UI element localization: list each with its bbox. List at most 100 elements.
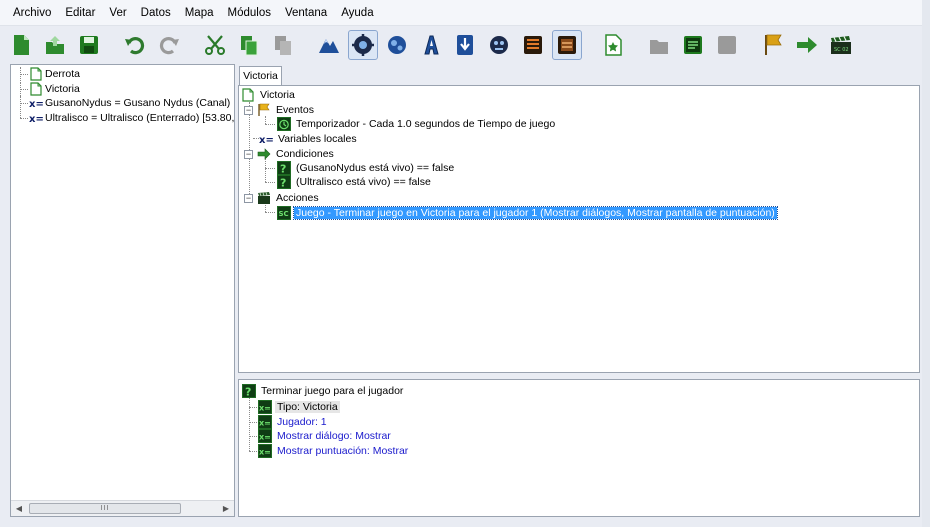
list-item-label: Victoria [45,82,80,95]
new-condition-button[interactable] [792,30,822,60]
svg-text:x=: x= [259,404,271,413]
import-module-button[interactable] [450,30,480,60]
collapse-events-button[interactable]: − [244,105,253,115]
scroll-thumb-grip: III [100,505,110,512]
svg-text:x=: x= [259,433,271,442]
conditions-node[interactable]: − Condiciones [244,147,336,161]
param-variable-icon: x= [258,400,272,414]
svg-text:x=: x= [29,99,43,110]
global-variable-item[interactable]: x= Ultralisco = Ultralisco (Enterrado) [5… [13,110,234,126]
unit-module-button[interactable] [382,30,412,60]
horizontal-scrollbar[interactable]: ◀ III ▶ [11,500,234,516]
terrain-module-icon [317,33,341,57]
action-detail-panel: ? Terminar juego para el jugador x= Tipo… [238,379,920,517]
disabled-icon [715,33,739,57]
menu-archivo[interactable]: Archivo [6,4,58,22]
event-item[interactable]: Temporizador - Cada 1.0 segundos de Tiem… [277,117,557,131]
new-event-icon [761,33,785,57]
menu-datos[interactable]: Datos [134,4,178,22]
list-module-button[interactable] [518,30,548,60]
cut-button[interactable] [200,30,230,60]
scroll-left-arrow-icon[interactable]: ◀ [11,501,27,516]
trigger-list-item[interactable]: Victoria [13,81,234,97]
cut-icon [203,33,227,57]
events-node[interactable]: − Eventos [244,103,316,117]
scroll-right-arrow-icon[interactable]: ▶ [218,501,234,516]
global-variable-item[interactable]: x= GusanoNydus = Gusano Nydus (Canal) [4 [13,96,234,111]
new-event-button[interactable] [758,30,788,60]
new-action-button[interactable]: SC 02 [826,30,856,60]
param-label: Mostrar diálogo: Mostrar [277,430,391,442]
new-document-button[interactable] [6,30,36,60]
param-label: Jugador: 1 [277,416,327,428]
condition-item-1[interactable]: ? (GusanoNydus está vivo) == false [277,161,456,175]
variable-icon: x= [29,111,43,125]
undo-button[interactable] [120,30,150,60]
menu-ayuda[interactable]: Ayuda [334,4,380,22]
svg-text:x=: x= [29,114,43,125]
sound-module-button[interactable] [484,30,514,60]
disabled-button[interactable] [712,30,742,60]
condition-item-2[interactable]: ? (Ultralisco está vivo) == false [277,175,433,189]
trigger-root[interactable]: Victoria [241,88,297,102]
detail-root[interactable]: ? Terminar juego para el jugador [242,384,405,398]
redo-icon [157,33,181,57]
menu-mapa[interactable]: Mapa [178,4,221,22]
menu-editar[interactable]: Editar [58,4,102,22]
terrain-module-button[interactable] [314,30,344,60]
svg-text:SC: SC [279,210,289,218]
list-item-label: GusanoNydus = Gusano Nydus (Canal) [4 [45,97,234,110]
tab-victoria[interactable]: Victoria [239,66,282,85]
svg-text:?: ? [245,386,251,399]
tree-connector [13,110,29,125]
open-icon [43,33,67,57]
menu-ventana[interactable]: Ventana [278,4,334,22]
sound-module-icon [487,33,511,57]
tree-connector [13,67,29,82]
scroll-thumb[interactable]: III [29,503,181,514]
paste-button[interactable] [268,30,298,60]
open-button[interactable] [40,30,70,60]
conditions-label: Condiciones [276,148,334,160]
new-comment-button[interactable] [678,30,708,60]
list-item-label: Derrota [45,68,81,81]
toolbar-separator [302,31,310,59]
actions-node[interactable]: − Acciones [244,191,321,205]
svg-text:?: ? [280,177,286,190]
new-action-icon: SC 02 [829,33,853,57]
local-variables-label: Variables locales [278,133,357,145]
detail-param-dialog[interactable]: x= Mostrar diálogo: Mostrar [258,429,393,443]
undo-icon [123,33,147,57]
trigger-module-button[interactable] [348,30,378,60]
save-button[interactable] [74,30,104,60]
svg-text:x=: x= [259,419,271,428]
ai-module-button[interactable] [416,30,446,60]
detail-param-type[interactable]: x= Tipo: Victoria [258,400,340,414]
new-folder-button[interactable] [644,30,674,60]
toolbar-separator [632,31,640,59]
menu-mdulos[interactable]: Módulos [221,4,278,22]
toolbar: SC 02 [6,27,924,63]
new-trigger-icon [601,33,625,57]
tree-connector [13,96,29,111]
events-label: Eventos [276,104,314,116]
new-comment-icon [681,33,705,57]
action-item[interactable]: SC Juego - Terminar juego en Victoria pa… [277,206,778,220]
toolbar-separator [586,31,594,59]
new-trigger-button[interactable] [598,30,628,60]
detail-param-score[interactable]: x= Mostrar puntuación: Mostrar [258,444,410,458]
detail-param-player[interactable]: x= Jugador: 1 [258,415,329,429]
menu-ver[interactable]: Ver [102,4,133,22]
tab-label: Victoria [243,70,278,82]
redo-button[interactable] [154,30,184,60]
collapse-conditions-button[interactable]: − [244,149,253,159]
detail-root-label: Terminar juego para el jugador [261,385,404,397]
collapse-actions-button[interactable]: − [244,193,253,203]
trigger-list-item[interactable]: Derrota [13,67,234,82]
local-variables-node[interactable]: x= Variables locales [259,132,359,146]
new-document-icon [9,33,33,57]
text-module-button[interactable] [552,30,582,60]
detail-question-icon: ? [242,384,256,398]
copy-button[interactable] [234,30,264,60]
trigger-document-icon [241,88,255,102]
